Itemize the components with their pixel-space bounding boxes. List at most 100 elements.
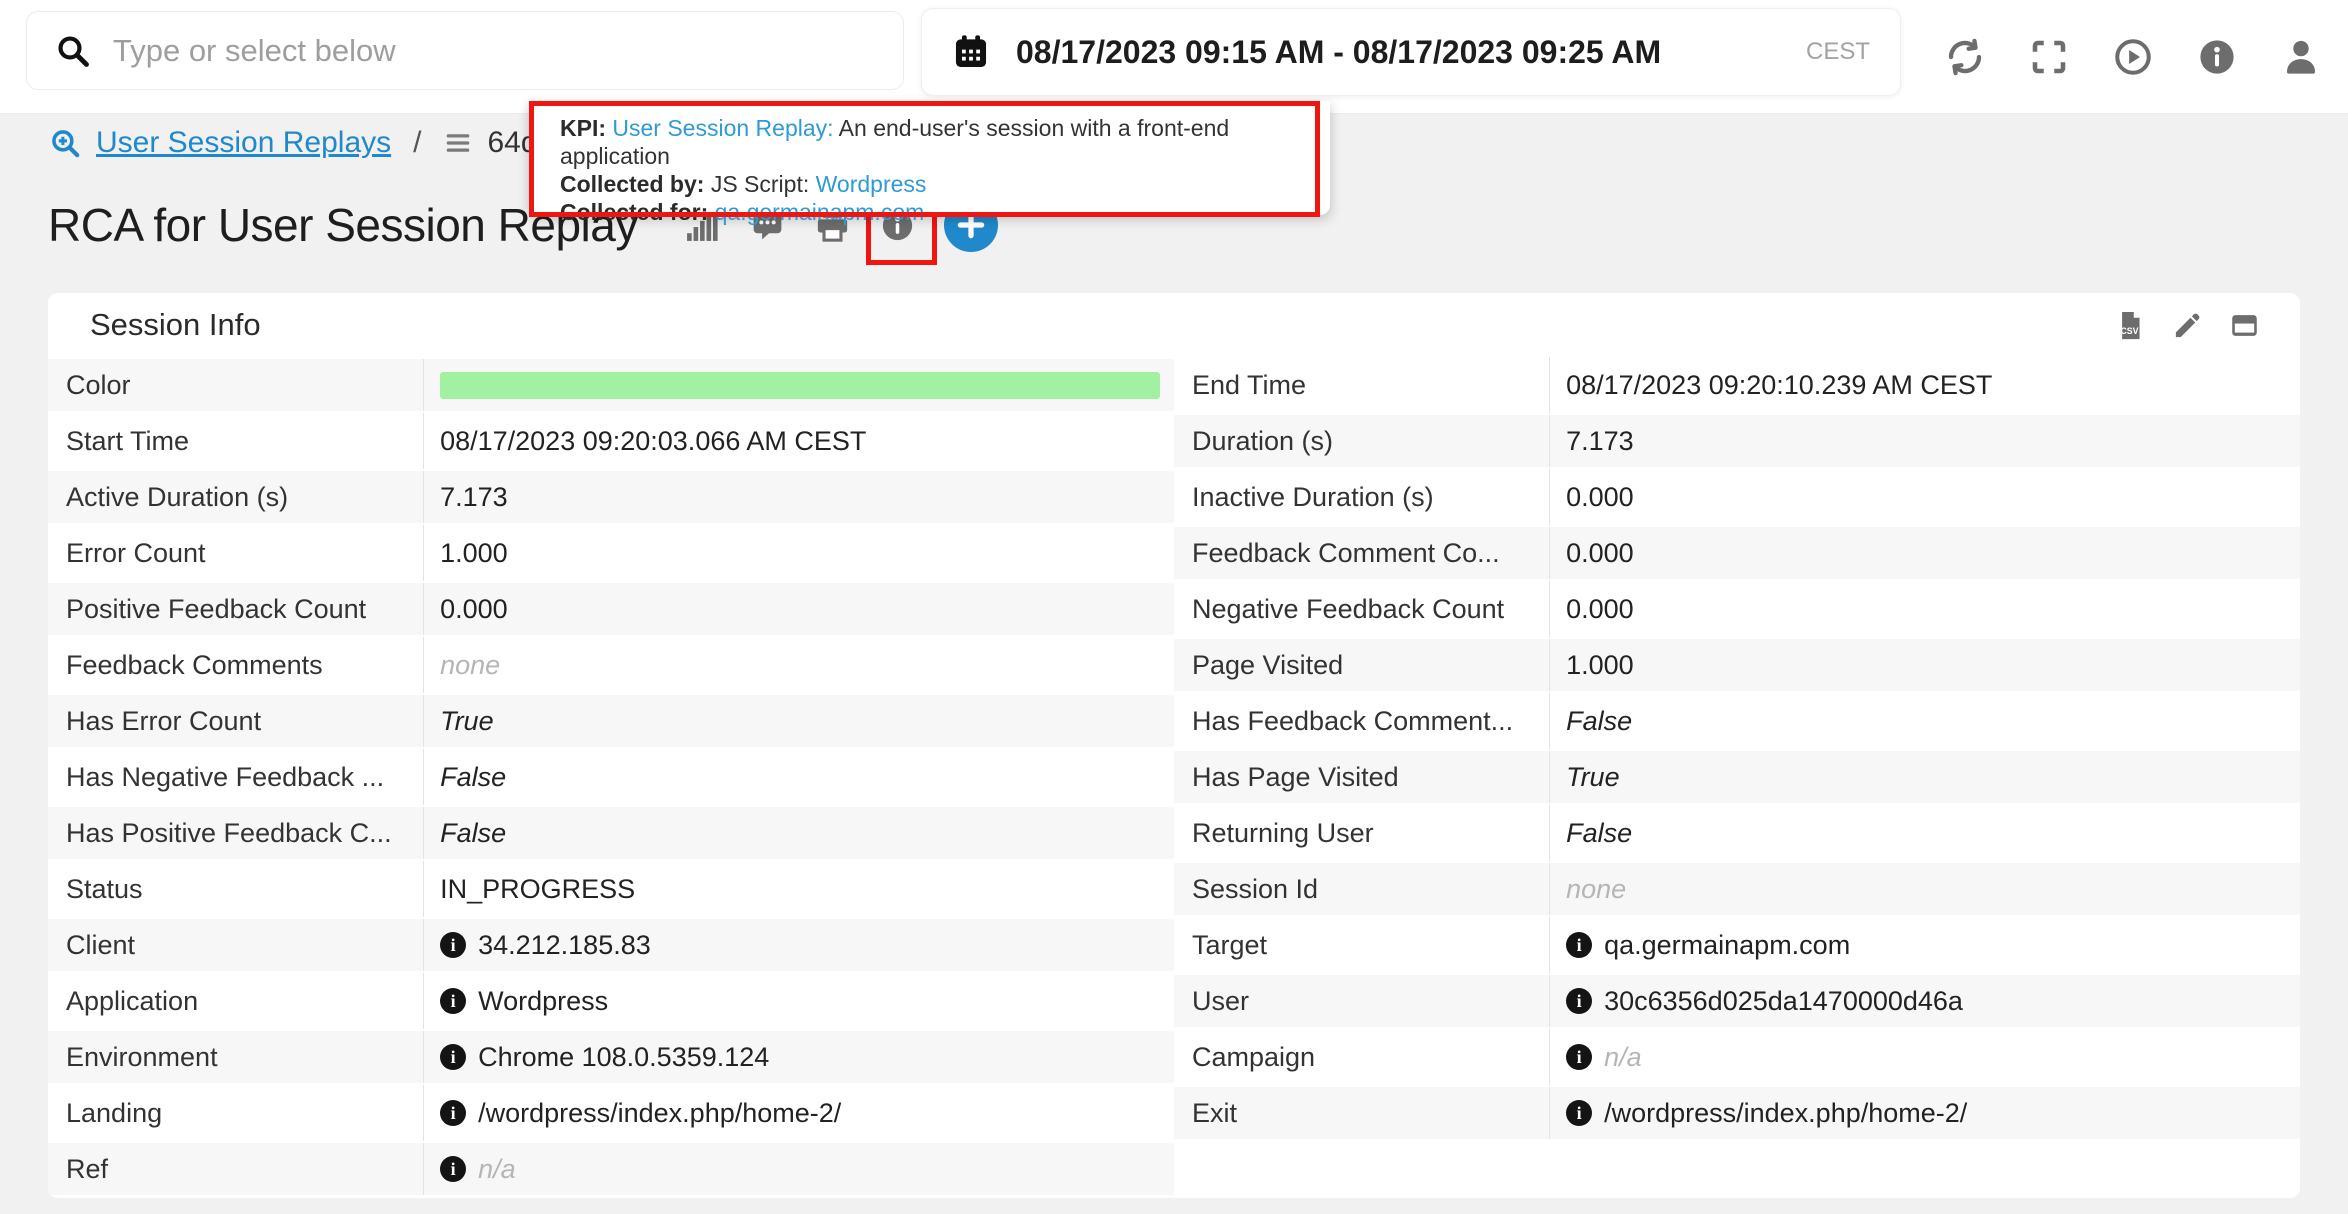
row-label: Page Visited	[1174, 639, 1550, 691]
row-label: Has Negative Feedback ...	[48, 749, 424, 805]
info-icon[interactable]: i	[440, 1100, 466, 1126]
info-icon[interactable]: i	[1566, 988, 1592, 1014]
collected-by-label: Collected by:	[560, 171, 704, 197]
info-icon[interactable]: i	[440, 1156, 466, 1182]
table-row: Page Visited 1.000	[1174, 637, 2300, 693]
search-box[interactable]	[26, 11, 904, 90]
row-value: True	[1550, 751, 2300, 803]
row-value: 1.000	[1550, 639, 2300, 691]
row-label: Application	[48, 973, 424, 1029]
date-range-value: 08/17/2023 09:15 AM - 08/17/2023 09:25 A…	[1016, 34, 1661, 71]
row-value: i n/a	[1550, 1029, 2300, 1085]
row-value-text: /wordpress/index.php/home-2/	[478, 1098, 841, 1129]
table-row: Feedback Comments none	[48, 637, 1174, 693]
panel-header: Session Info CSV	[48, 293, 2300, 357]
row-value-text: none	[1566, 874, 1626, 905]
table-row: Active Duration (s) 7.173	[48, 469, 1174, 525]
kpi-tooltip: KPI: User Session Replay: An end-user's …	[529, 101, 1330, 215]
collected-by-text: JS Script:	[711, 171, 809, 197]
kpi-description: An end-user's session with a front-end a…	[560, 115, 1229, 169]
row-label: Has Page Visited	[1174, 751, 1550, 803]
table-row: Campaign in/a	[1174, 1029, 2300, 1085]
row-value-text: n/a	[478, 1154, 516, 1185]
row-value-text: False	[440, 762, 506, 793]
table-row: Returning User False	[1174, 805, 2300, 861]
table-row: Has Negative Feedback ... False	[48, 749, 1174, 805]
fullscreen-icon[interactable]	[2028, 36, 2070, 78]
row-label: Status	[48, 861, 424, 917]
row-value-text: True	[1566, 762, 1620, 793]
row-value-text: n/a	[1604, 1042, 1642, 1073]
row-value: none	[424, 637, 1174, 693]
row-value-text: 0.000	[440, 594, 508, 625]
row-value: i/wordpress/index.php/home-2/	[424, 1085, 1174, 1141]
row-value-text: 08/17/2023 09:20:10.239 AM CEST	[1566, 370, 1992, 401]
tooltip-line-kpi: KPI: User Session Replay: An end-user's …	[560, 114, 1330, 170]
row-value: False	[424, 749, 1174, 805]
row-label: Color	[48, 359, 424, 411]
csv-export-icon[interactable]: CSV	[2115, 310, 2146, 341]
zoom-in-icon[interactable]	[48, 126, 82, 160]
edit-icon[interactable]	[2172, 310, 2203, 341]
row-value: 1.000	[424, 525, 1174, 581]
row-value: i n/a	[424, 1143, 1174, 1195]
row-label: Feedback Comment Co...	[1174, 527, 1550, 579]
info-icon[interactable]: i	[1566, 1100, 1592, 1126]
row-value: i30c6356d025da1470000d46a	[1550, 975, 2300, 1027]
collected-for-link[interactable]: qa.germainapm.com	[715, 199, 925, 225]
row-value-text: Chrome 108.0.5359.124	[478, 1042, 769, 1073]
row-value-text: qa.germainapm.com	[1604, 930, 1850, 961]
panel-title: Session Info	[90, 307, 261, 343]
row-value	[424, 359, 1174, 411]
table-row: Client i34.212.185.83	[48, 917, 1174, 973]
info-icon[interactable]: i	[1566, 1044, 1592, 1070]
row-value: 0.000	[1550, 527, 2300, 579]
table-row: Feedback Comment Co... 0.000	[1174, 525, 2300, 581]
row-label: End Time	[1174, 357, 1550, 413]
row-value-text: 0.000	[1566, 538, 1634, 569]
row-label: Feedback Comments	[48, 637, 424, 693]
row-value: 0.000	[424, 583, 1174, 635]
table-row: Session Id none	[1174, 861, 2300, 917]
table-column-left: Color Start Time 08/17/2023 09:20:03.066…	[48, 357, 1174, 1197]
table-row: Ref i n/a	[48, 1141, 1174, 1197]
table-row: Has Positive Feedback C... False	[48, 805, 1174, 861]
date-range-picker[interactable]: 08/17/2023 09:15 AM - 08/17/2023 09:25 A…	[921, 8, 1901, 96]
info-icon[interactable]: i	[1566, 932, 1592, 958]
refresh-icon[interactable]	[1944, 36, 1986, 78]
calendar-icon	[952, 33, 990, 71]
row-value-text: Wordpress	[478, 986, 608, 1017]
row-value-text: False	[1566, 818, 1632, 849]
row-label: Has Error Count	[48, 695, 424, 747]
row-value: False	[1550, 805, 2300, 861]
session-info-panel: Session Info CSV Color Start Time 08/17/…	[48, 293, 2300, 1198]
row-value-text: 0.000	[1566, 482, 1634, 513]
user-icon[interactable]	[2280, 36, 2322, 78]
collected-by-link[interactable]: Wordpress	[816, 171, 927, 197]
row-value: 0.000	[1550, 469, 2300, 525]
info-icon[interactable]: i	[440, 988, 466, 1014]
table-row: Inactive Duration (s) 0.000	[1174, 469, 2300, 525]
row-label: Session Id	[1174, 863, 1550, 915]
breadcrumb-link-user-session-replays[interactable]: User Session Replays	[96, 126, 391, 160]
table-row: Landing i/wordpress/index.php/home-2/	[48, 1085, 1174, 1141]
info-icon[interactable]	[2196, 36, 2238, 78]
topbar-actions	[1944, 0, 2322, 114]
play-icon[interactable]	[2112, 36, 2154, 78]
kpi-link[interactable]: User Session Replay:	[612, 115, 833, 141]
row-value: 08/17/2023 09:20:10.239 AM CEST	[1550, 357, 2300, 413]
window-icon[interactable]	[2229, 310, 2260, 341]
row-label: Has Feedback Comment...	[1174, 693, 1550, 749]
row-value: False	[424, 807, 1174, 859]
row-value: i34.212.185.83	[424, 919, 1174, 971]
table-row: Target iqa.germainapm.com	[1174, 917, 2300, 973]
row-label: Ref	[48, 1143, 424, 1195]
breadcrumb-separator: /	[413, 126, 421, 160]
info-icon[interactable]: i	[440, 1044, 466, 1070]
row-value: IN_PROGRESS	[424, 861, 1174, 917]
search-input[interactable]	[111, 32, 811, 70]
hamburger-icon[interactable]	[443, 128, 473, 158]
row-value: i/wordpress/index.php/home-2/	[1550, 1087, 2300, 1139]
svg-text:CSV: CSV	[2120, 325, 2138, 335]
info-icon[interactable]: i	[440, 932, 466, 958]
